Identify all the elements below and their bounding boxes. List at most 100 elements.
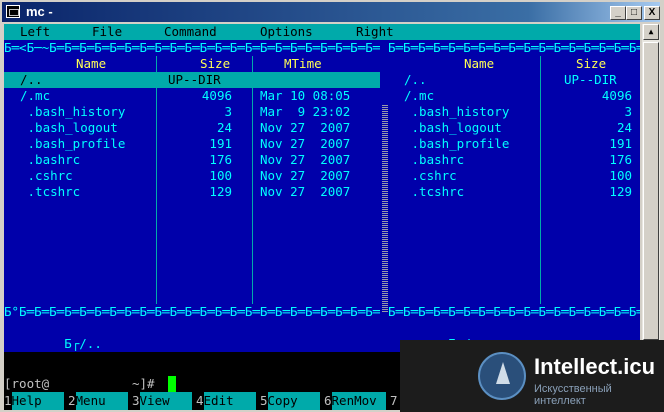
file-size: 4096 (601, 88, 632, 103)
fkey-help[interactable]: 1Help (4, 392, 64, 410)
file-row[interactable]: .bash_profile 191 (388, 136, 640, 152)
file-size: 3 (224, 104, 232, 119)
maximize-button[interactable]: □ (626, 6, 642, 20)
file-name: .cshrc (404, 168, 457, 183)
file-row[interactable]: /.mc 4096 (388, 88, 640, 104)
file-row[interactable]: .cshrc 100 (388, 168, 640, 184)
file-row[interactable]: .bash_profile 191 Nov 27 2007 (4, 136, 380, 152)
file-name: /.mc (404, 88, 435, 103)
file-mtime: Nov 27 2007 (260, 152, 351, 167)
file-row[interactable]: .bash_logout 24 (388, 120, 640, 136)
file-name: /.. (404, 72, 427, 87)
file-row[interactable]: /.mc 4096 Mar 10 08:05 (4, 88, 380, 104)
left-panel-bottom-border: Б°Б═Б═Б═Б═Б═Б═Б═Б═Б═Б═Б═Б═Б═Б═Б═Б═Б═Б═Б═… (4, 304, 380, 319)
right-panel[interactable]: Б═Б═Б═Б═Б═Б═Б═Б═Б═Б═Б═Б═Б═Б═Б═Б═Б═Б═Б═Б … (388, 40, 640, 352)
text-cursor (168, 376, 176, 392)
title-bar: mc - _ □ X (2, 2, 660, 22)
file-row[interactable]: .tcshrc 129 (388, 184, 640, 200)
terminal-window: mc - _ □ X Left File Command Options Rig… (0, 0, 664, 412)
file-size: UP--DIR (168, 72, 221, 87)
file-mtime: Nov 27 2007 (260, 120, 351, 135)
file-size: 3 (624, 104, 632, 119)
file-mtime: Nov 27 2007 (260, 136, 351, 151)
file-name: .cshrc (20, 168, 73, 183)
file-name: /.. (20, 72, 43, 87)
file-size: 129 (609, 184, 632, 199)
file-row[interactable]: .bash_history 3 (388, 104, 640, 120)
left-header-size[interactable]: Size (200, 56, 230, 72)
menu-bar: Left File Command Options Right (4, 24, 640, 40)
file-size: 4096 (201, 88, 232, 103)
file-size: 129 (209, 184, 232, 199)
file-size: 100 (609, 168, 632, 183)
menu-options[interactable]: Options (260, 24, 313, 40)
left-panel-bottom-edge (4, 336, 380, 352)
file-mtime: Mar 10 08:05 (260, 88, 351, 103)
fkey-view[interactable]: 3View (132, 392, 192, 410)
file-name: /.mc (20, 88, 51, 103)
watermark-subtitle: Искусственный интеллект (534, 383, 612, 407)
file-name: .bash_logout (20, 120, 118, 135)
file-row[interactable]: .bash_logout 24 Nov 27 2007 (4, 120, 380, 136)
file-name: .bashrc (404, 152, 465, 167)
prompt-path: ~]# (132, 376, 155, 391)
logo-icon (478, 352, 526, 400)
file-size: 191 (609, 136, 632, 151)
left-header-name[interactable]: Name (76, 56, 106, 72)
terminal-icon (6, 5, 20, 18)
file-size: 176 (209, 152, 232, 167)
fkey-menu[interactable]: 2Menu (68, 392, 128, 410)
file-row[interactable]: /.. UP--DIR (4, 72, 380, 88)
file-mtime: Nov 27 2007 (260, 184, 351, 199)
scroll-up-icon[interactable]: ▲ (643, 24, 659, 40)
right-header-size[interactable]: Size (576, 56, 606, 72)
panel-divider (380, 40, 388, 352)
watermark-logo: Intellect.icu Искусственный интеллект (400, 340, 664, 412)
file-row[interactable]: .bash_history 3 Mar 9 23:02 (4, 104, 380, 120)
left-panel[interactable]: Б═<Б─~Б═Б═Б═Б═Б═Б═Б═Б═Б═Б═Б═Б═Б═Б═Б═Б═Б═… (4, 40, 380, 352)
left-header-mtime[interactable]: MTime (284, 56, 322, 72)
menu-right[interactable]: Right (356, 24, 394, 40)
fkey-mkdir[interactable]: 7 (390, 392, 398, 410)
file-row[interactable]: .tcshrc 129 Nov 27 2007 (4, 184, 380, 200)
right-panel-bottom-border: Б═Б═Б═Б═Б═Б═Б═Б═Б═Б═Б═Б═Б═Б═Б═Б═Б═Б═Б═Б (388, 304, 640, 319)
left-panel-header: Name Size MTime (4, 56, 380, 72)
file-name: .tcshrc (404, 184, 465, 199)
file-name: .bashrc (20, 152, 81, 167)
file-size: 191 (209, 136, 232, 151)
fkey-copy[interactable]: 5Copy (260, 392, 320, 410)
file-size: UP--DIR (564, 72, 617, 87)
file-row[interactable]: .bashrc 176 (388, 152, 640, 168)
right-panel-status: Б┌/.. (388, 320, 640, 351)
file-row[interactable]: .cshrc 100 Nov 27 2007 (4, 168, 380, 184)
window-title: mc - (26, 4, 53, 19)
file-row[interactable]: .bashrc 176 Nov 27 2007 (4, 152, 380, 168)
watermark-title: Intellect.icu (534, 354, 656, 379)
file-name: .bash_history (404, 104, 510, 119)
menu-left[interactable]: Left (20, 24, 50, 40)
left-panel-top-border: Б═<Б─~Б═Б═Б═Б═Б═Б═Б═Б═Б═Б═Б═Б═Б═Б═Б═Б═Б═… (4, 40, 380, 55)
right-panel-header: Name Size (388, 56, 640, 72)
file-name: .bash_profile (20, 136, 126, 151)
file-mtime: Mar 9 23:02 (260, 104, 351, 119)
file-name: .tcshrc (20, 184, 81, 199)
prompt-user: [root@ (4, 376, 50, 391)
scroll-thumb[interactable] (643, 42, 659, 340)
file-mtime: Nov 27 2007 (260, 168, 351, 183)
file-name: .bash_logout (404, 120, 502, 135)
file-row[interactable]: /.. UP--DIR (388, 72, 640, 88)
menu-command[interactable]: Command (164, 24, 217, 40)
left-panel-status: Б┌/.. (4, 320, 380, 351)
fkey-edit[interactable]: 4Edit (196, 392, 256, 410)
file-name: .bash_history (20, 104, 126, 119)
menu-file[interactable]: File (92, 24, 122, 40)
file-name: .bash_profile (404, 136, 510, 151)
right-header-name[interactable]: Name (464, 56, 494, 72)
right-panel-top-border: Б═Б═Б═Б═Б═Б═Б═Б═Б═Б═Б═Б═Б═Б═Б═Б═Б═Б═Б═Б (388, 40, 640, 55)
file-size: 100 (209, 168, 232, 183)
file-size: 24 (616, 120, 632, 135)
close-button[interactable]: X (644, 6, 660, 20)
fkey-renmov[interactable]: 6RenMov (324, 392, 386, 410)
file-size: 24 (216, 120, 232, 135)
minimize-button[interactable]: _ (610, 6, 626, 20)
